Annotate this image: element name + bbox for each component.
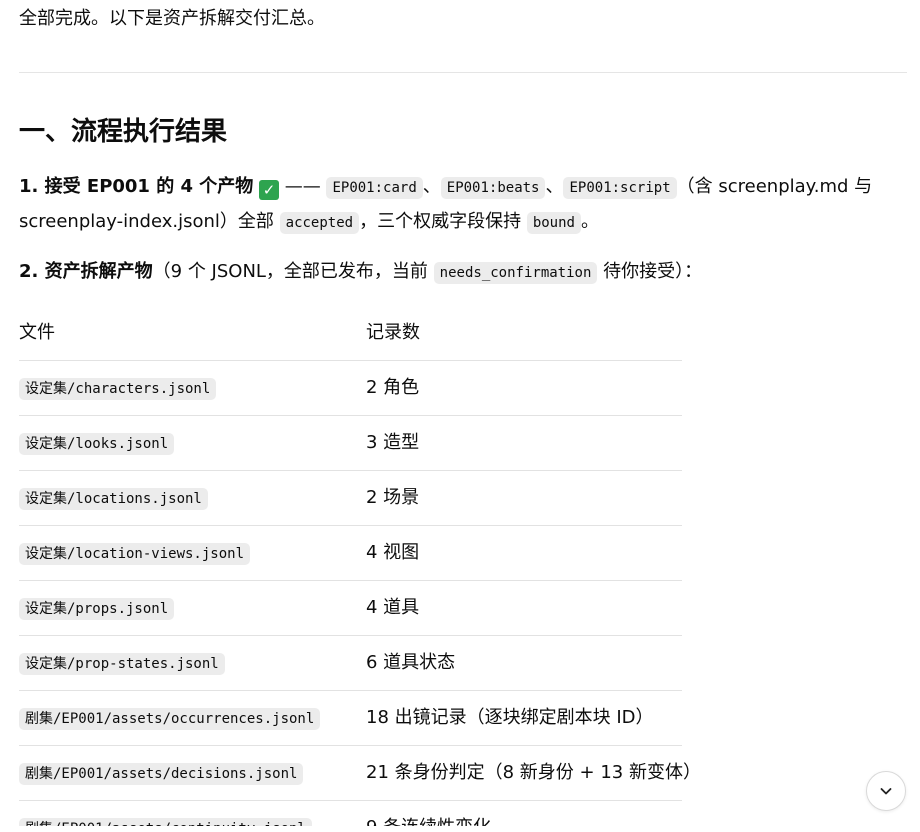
item1-dash: —— bbox=[279, 176, 327, 197]
result-item-2: 2. 资产拆解产物（9 个 JSONL，全部已发布，当前 needs_confi… bbox=[19, 255, 907, 290]
file-code: 设定集/locations.jsonl bbox=[19, 488, 208, 510]
item1-sep1: 、 bbox=[422, 176, 441, 197]
table-row: 设定集/props.jsonl 4 道具 bbox=[19, 581, 682, 636]
scroll-to-bottom-button[interactable] bbox=[866, 771, 906, 811]
record-count: 4 道具 bbox=[366, 597, 420, 618]
code-accepted: accepted bbox=[279, 212, 360, 234]
code-bound: bound bbox=[526, 212, 581, 234]
assets-table: 文件 记录数 设定集/characters.jsonl 2 角色 设定集/loo… bbox=[19, 306, 701, 832]
code-ep001-beats: EP001:beats bbox=[440, 177, 546, 199]
divider bbox=[19, 72, 907, 73]
file-code: 设定集/prop-states.jsonl bbox=[19, 653, 225, 675]
code-needs-confirmation: needs_confirmation bbox=[433, 262, 598, 284]
result-item-1: 1. 接受 EP001 的 4 个产物 ✓ —— EP001:card、 EP00… bbox=[19, 170, 907, 240]
item1-label: 1. 接受 EP001 的 4 个产物 bbox=[19, 176, 254, 197]
table-row: 设定集/locations.jsonl 2 场景 bbox=[19, 471, 682, 526]
table-row: 设定集/characters.jsonl 2 角色 bbox=[19, 361, 682, 416]
section-heading: 一、流程执行结果 bbox=[19, 117, 228, 147]
chevron-down-icon bbox=[880, 788, 892, 795]
item2-text2: 待你接受）： bbox=[603, 261, 703, 282]
item2-label: 2. 资产拆解产物 bbox=[19, 261, 153, 282]
table-header-row: 文件 记录数 bbox=[19, 306, 682, 361]
file-code: 设定集/props.jsonl bbox=[19, 598, 175, 620]
item2-text1: （9 个 JSONL，全部已发布，当前 bbox=[152, 261, 428, 282]
header-count: 记录数 bbox=[366, 322, 420, 343]
record-count: 3 造型 bbox=[366, 432, 420, 453]
item1-text2: ，三个权威字段保持 bbox=[359, 211, 522, 232]
table-row: 设定集/prop-states.jsonl 6 道具状态 bbox=[19, 636, 682, 691]
file-code: 剧集/EP001/assets/occurrences.jsonl bbox=[19, 708, 321, 730]
file-code: 剧集/EP001/assets/decisions.jsonl bbox=[19, 763, 304, 785]
chat-message-view: 全部完成。以下是资产拆解交付汇总。 一、流程执行结果 1. 接受 EP001 的… bbox=[0, 0, 920, 832]
record-count: 6 道具状态 bbox=[366, 652, 456, 673]
table-row: 剧集/EP001/assets/decisions.jsonl 21 条身份判定… bbox=[19, 746, 701, 801]
record-count: 2 场景 bbox=[366, 487, 420, 508]
code-ep001-script: EP001:script bbox=[563, 177, 677, 199]
record-count: 18 出镜记录（逐块绑定剧本块 ID） bbox=[366, 707, 654, 728]
item1-text3: 。 bbox=[580, 211, 599, 232]
intro-text: 全部完成。以下是资产拆解交付汇总。 bbox=[19, 8, 325, 29]
header-file: 文件 bbox=[19, 322, 55, 343]
record-count: 4 视图 bbox=[366, 542, 420, 563]
table-row: 设定集/location-views.jsonl 4 视图 bbox=[19, 526, 682, 581]
file-code: 设定集/looks.jsonl bbox=[19, 433, 175, 455]
table-row: 剧集/EP001/assets/occurrences.jsonl 18 出镜记… bbox=[19, 691, 682, 746]
item1-sep2: 、 bbox=[545, 176, 564, 197]
viewport-bottom-edge bbox=[0, 826, 920, 832]
table-row: 设定集/looks.jsonl 3 造型 bbox=[19, 416, 682, 471]
record-count: 21 条身份判定（8 新身份 + 13 新变体） bbox=[366, 762, 701, 783]
file-code: 设定集/location-views.jsonl bbox=[19, 543, 251, 565]
code-ep001-card: EP001:card bbox=[326, 177, 423, 199]
record-count: 2 角色 bbox=[366, 377, 420, 398]
check-mark-icon: ✓ bbox=[259, 180, 280, 200]
file-code: 设定集/characters.jsonl bbox=[19, 378, 217, 400]
